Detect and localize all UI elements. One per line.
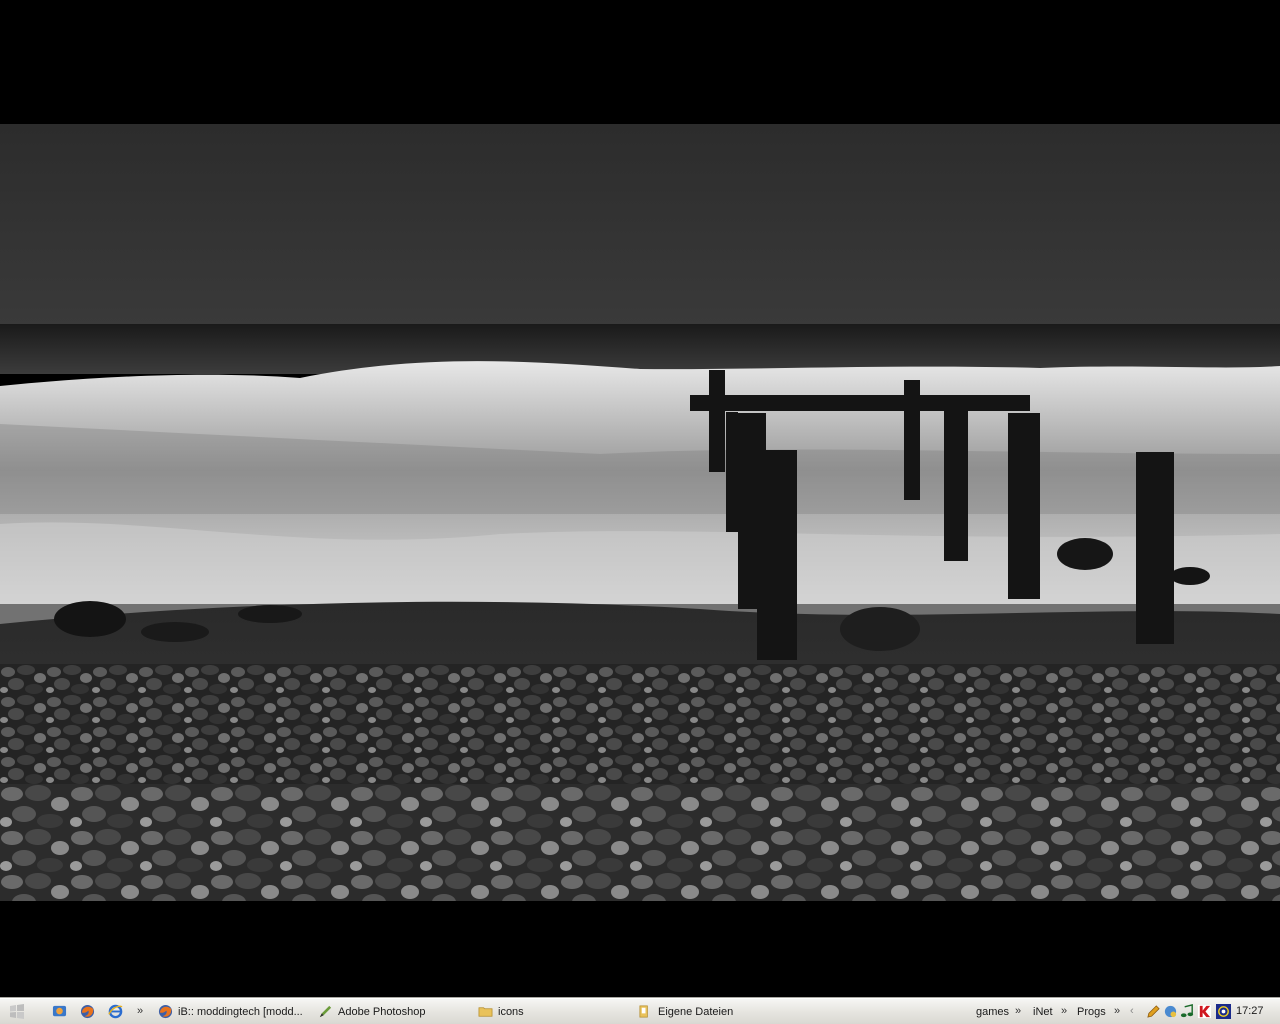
taskbar-window-button-icons-folder[interactable]: icons <box>478 999 628 1024</box>
firefox-icon <box>158 1004 173 1019</box>
internet-explorer-icon <box>108 1004 123 1019</box>
toolbar-inet[interactable]: iNet <box>1033 999 1053 1024</box>
taskbar: » iB:: moddingtech [modd... Adobe Photos… <box>0 998 1280 1024</box>
explorer-icon <box>52 1005 67 1017</box>
toolbar-games-chevron[interactable]: » <box>1015 999 1021 1024</box>
quick-launch-more-chevron[interactable]: » <box>137 999 143 1024</box>
music-tray-icon[interactable] <box>1180 1004 1195 1019</box>
toolbar-progs-chevron[interactable]: » <box>1114 999 1120 1024</box>
quick-launch-explorer[interactable] <box>52 999 72 1024</box>
firefox-icon <box>80 1004 95 1019</box>
window-title: iB:: moddingtech [modd... <box>178 1005 303 1018</box>
toolbar-inet-chevron[interactable]: » <box>1061 999 1067 1024</box>
window-title: icons <box>498 1005 524 1018</box>
wallpaper-beach-photo <box>0 124 1280 901</box>
taskbar-window-button-photoshop[interactable]: Adobe Photoshop <box>318 999 468 1024</box>
start-button[interactable] <box>8 999 32 1024</box>
antivirus-tray-icon[interactable] <box>1197 1004 1212 1019</box>
window-title: Adobe Photoshop <box>338 1005 426 1018</box>
photoshop-icon <box>319 1005 332 1018</box>
desktop <box>0 0 1280 998</box>
folder-icon <box>478 1007 493 1017</box>
toolbar-progs[interactable]: Progs <box>1077 999 1106 1024</box>
tray-expand-chevron[interactable]: ‹ <box>1130 999 1134 1024</box>
documents-folder-icon <box>639 1005 648 1018</box>
taskbar-window-button-firefox[interactable]: iB:: moddingtech [modd... <box>158 999 310 1024</box>
network-tray-icon[interactable] <box>1163 1004 1178 1019</box>
taskbar-window-button-eigene-dateien[interactable]: Eigene Dateien <box>638 999 788 1024</box>
quick-launch-firefox[interactable] <box>80 999 100 1024</box>
clock[interactable]: 17:27 <box>1236 999 1264 1024</box>
target-tray-icon[interactable] <box>1216 1004 1231 1019</box>
windows-logo-icon <box>10 1003 24 1019</box>
quick-launch-internet-explorer[interactable] <box>108 999 128 1024</box>
toolbar-games[interactable]: games <box>976 999 1009 1024</box>
window-title: Eigene Dateien <box>658 1005 734 1018</box>
pencil-tray-icon[interactable] <box>1146 1004 1161 1019</box>
